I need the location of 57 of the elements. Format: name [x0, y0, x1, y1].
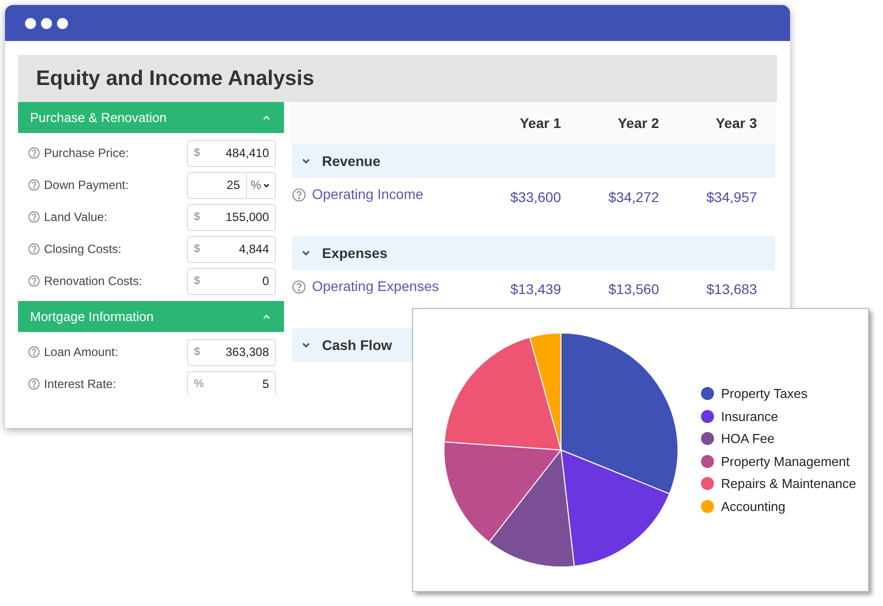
- field-value: 0: [261, 273, 269, 290]
- unit-prefix: $: [194, 146, 200, 161]
- help-icon[interactable]: [28, 179, 40, 191]
- number-field[interactable]: $ 4,844: [187, 236, 276, 262]
- legend-label: HOA Fee: [721, 430, 774, 448]
- table-cell-text: $13,439: [509, 280, 562, 299]
- field-value: 363,308: [224, 344, 269, 361]
- column-header: Year 2: [616, 114, 660, 132]
- group-header[interactable]: Revenue: [292, 144, 775, 178]
- help-icon[interactable]: [28, 147, 40, 159]
- table-cell-text: $33,600: [509, 188, 562, 207]
- field-label: Loan Amount:: [44, 344, 120, 361]
- table-cell-text: $34,272: [607, 188, 660, 207]
- field-value: 5: [261, 376, 269, 393]
- table-cell-text: $13,560: [607, 280, 660, 299]
- field-value: 484,410: [224, 145, 269, 162]
- legend-label: Property Management: [721, 452, 850, 471]
- column-header: Year 3: [714, 114, 758, 132]
- page-title: Equity and Income Analysis: [36, 66, 314, 92]
- legend-label: Insurance: [721, 408, 778, 426]
- legend-label: Accounting: [721, 498, 786, 516]
- field-value: 25: [226, 176, 241, 194]
- help-icon[interactable]: [28, 275, 40, 287]
- group-header[interactable]: Expenses: [292, 236, 775, 270]
- field-label: Purchase Price:: [44, 145, 130, 162]
- field-label: Land Value:: [44, 209, 108, 226]
- table-cell-text: $34,957: [705, 188, 758, 207]
- number-field[interactable]: $ 363,308: [187, 338, 276, 366]
- table-cell-text: $13,683: [705, 280, 758, 299]
- number-field[interactable]: $ 155,000: [187, 204, 276, 230]
- field-label: Renovation Costs:: [44, 273, 144, 290]
- unit-prefix: $: [194, 242, 200, 257]
- unit-prefix: %: [194, 376, 204, 392]
- help-icon[interactable]: [292, 280, 306, 294]
- number-field[interactable]: % 5: [187, 370, 276, 395]
- column-header: Year 1: [518, 114, 562, 132]
- field-value: 155,000: [224, 209, 269, 226]
- help-icon[interactable]: [28, 346, 40, 358]
- field-label: Interest Rate:: [44, 376, 118, 393]
- row-link[interactable]: Operating Income: [312, 184, 424, 205]
- field-label: Down Payment:: [44, 177, 130, 194]
- field-value: 4,844: [238, 241, 269, 258]
- unit-prefix: $: [194, 344, 200, 360]
- help-icon[interactable]: [28, 243, 40, 255]
- legend-label: Repairs & Maintenance: [721, 475, 856, 493]
- number-field[interactable]: $ 0: [187, 268, 276, 294]
- unit-prefix: $: [194, 210, 200, 225]
- field-label: Closing Costs:: [44, 241, 122, 258]
- unit-select[interactable]: %: [246, 172, 275, 198]
- help-icon[interactable]: [28, 211, 40, 223]
- help-icon[interactable]: [28, 378, 40, 390]
- help-icon[interactable]: [292, 188, 306, 202]
- legend-label: Property Taxes: [721, 385, 808, 403]
- number-field[interactable]: $ 484,410: [187, 140, 276, 166]
- row-link[interactable]: Operating Expenses: [312, 276, 439, 297]
- number-field[interactable]: 25 %: [187, 172, 276, 198]
- unit-prefix: $: [194, 274, 200, 289]
